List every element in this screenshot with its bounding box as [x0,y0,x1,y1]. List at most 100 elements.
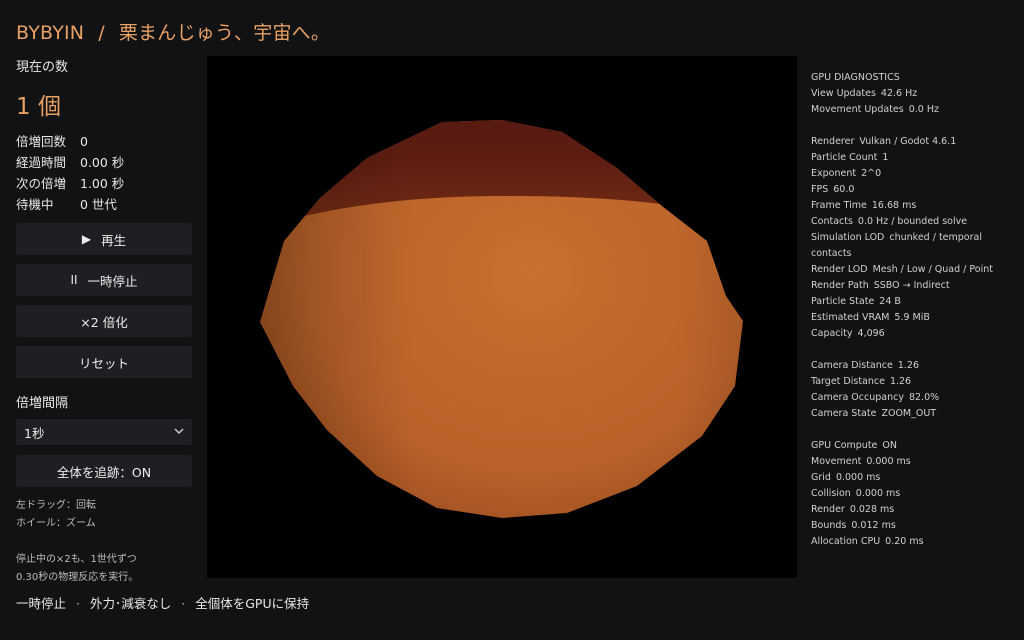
diag-key: Movement [811,456,862,467]
stat-row: 次の倍増 1.00 秒 [16,173,192,194]
diag-row: Bounds 0.012 ms [811,518,1016,534]
current-count-label: 現在の数 [16,60,69,75]
diag-row: Render Path SSBO → Indirect [811,278,1016,294]
diag-row: Exponent 2^0 [811,166,1016,182]
diag-row: Camera Distance 1.26 [811,358,1016,374]
status-bar: 一時停止 · 外力･減衰なし · 全個体をGPUに保持 [16,593,309,612]
diag-key: Renderer [811,136,855,147]
diag-value: 1.26 [889,376,912,387]
diag-key: Estimated VRAM [811,312,890,323]
diag-value: 2^0 [861,168,882,179]
diag-key: Particle State [811,296,875,307]
interval-value: 1秒 [24,425,45,441]
diag-key: GPU Compute [811,440,878,451]
diag-row: Particle Count 1 [811,150,1016,166]
diag-key: Collision [811,488,851,499]
chestnut-bun-render [260,120,743,518]
diag-row: Capacity 4,096 [811,326,1016,342]
diagnostics-title: GPU DIAGNOSTICS [811,72,900,83]
status-separator: · [76,596,80,611]
diag-row: Contacts 0.0 Hz / bounded solve [811,214,1016,230]
diag-value: Mesh / Low / Quad / Point [872,264,993,275]
stat-value: 0.00 秒 [80,155,125,170]
reset-label: リセット [78,355,129,371]
3d-viewport[interactable] [207,56,797,578]
diag-row: Camera Occupancy 82.0% [811,390,1016,406]
diag-value: 16.68 ms [871,200,917,211]
diag-row: Estimated VRAM 5.9 MiB [811,310,1016,326]
diag-value: 0.0 Hz / bounded solve [857,216,968,227]
play-label: 再生 [101,232,127,248]
diag-row: Frame Time 16.68 ms [811,198,1016,214]
diag-key: FPS [811,184,829,195]
diag-key: Target Distance [811,376,885,387]
diag-row: Collision 0.000 ms [811,486,1016,502]
pause-button[interactable]: II 一時停止 [16,264,192,296]
diag-key: Bounds [811,520,847,531]
diag-row: Render LOD Mesh / Low / Quad / Point [811,262,1016,278]
diag-row: Allocation CPU 0.20 ms [811,534,1016,550]
diag-value: 0.20 ms [885,536,924,547]
hint-rotate: 左ドラッグ：回転 [16,500,96,511]
pause-icon: II [70,273,78,287]
stat-value: 1.00 秒 [80,176,125,191]
stat-label: 待機中 [16,197,54,212]
chevron-down-icon [174,427,184,438]
app-name: BYBYIN [16,22,85,44]
status-gpu: 全個体をGPUに保持 [195,596,310,611]
note-line: 0.30秒の物理反応を実行。 [16,572,139,583]
gpu-diagnostics-panel: GPU DIAGNOSTICS View Updates 42.6 Hz Move… [811,70,1016,550]
double-label: ×2 倍化 [80,314,128,330]
stat-value: 0 [80,134,88,149]
stats-list: 倍増回数 0 経過時間 0.00 秒 次の倍増 1.00 秒 待機中 0 世代 [16,131,192,215]
diag-value: 0.000 ms [835,472,881,483]
diag-value: 82.0% [908,392,940,403]
control-panel: 現在の数 1 個 倍増回数 0 経過時間 0.00 秒 次の倍増 1.00 秒 待機中… [16,56,192,587]
diag-value: 4,096 [857,328,885,339]
app-title: BYBYIN / 栗まんじゅう、宇宙へ。 [16,18,330,45]
diag-key: View Updates [811,88,876,99]
diag-value: 0.000 ms [855,488,901,499]
controls-hint: 左ドラッグ：回転 ホイール：ズーム [16,497,192,533]
status-forces: 外力･減衰なし [90,596,172,611]
diag-row: Render 0.028 ms [811,502,1016,518]
hint-zoom: ホイール：ズーム [16,518,96,529]
interval-select[interactable]: 1秒 [16,419,192,445]
diag-value: ZOOM_OUT [881,408,937,419]
diag-row: Target Distance 1.26 [811,374,1016,390]
diag-row: Renderer Vulkan / Godot 4.6.1 [811,134,1016,150]
diag-value: 42.6 Hz [880,88,918,99]
diag-key: Camera Distance [811,360,893,371]
track-all-label: 全体を追跡：ON [56,464,152,480]
diag-key: Camera State [811,408,877,419]
stat-row: 倍増回数 0 [16,131,192,152]
stat-value: 0 世代 [80,197,117,212]
play-icon: ▶ [81,232,92,246]
track-all-toggle[interactable]: 全体を追跡：ON [16,455,192,487]
current-count: 1 個 [16,94,61,120]
play-button[interactable]: ▶ 再生 [16,223,192,255]
diag-row: GPU Compute ON [811,438,1016,454]
pause-note: 停止中の×2も、1世代ずつ 0.30秒の物理反応を実行。 [16,551,192,587]
double-button[interactable]: ×2 倍化 [16,305,192,337]
diag-value: 0.0 Hz [908,104,939,115]
diag-key: Exponent [811,168,857,179]
stat-row: 待機中 0 世代 [16,194,192,215]
note-line: 停止中の×2も、1世代ずつ [16,554,137,565]
title-separator: / [98,22,105,44]
diag-key: Camera Occupancy [811,392,904,403]
diag-value: 60.0 [833,184,855,195]
diag-key: Frame Time [811,200,867,211]
interval-label: 倍増間隔 [16,396,69,411]
stat-label: 次の倍増 [16,176,67,191]
stat-row: 経過時間 0.00 秒 [16,152,192,173]
diag-row: Grid 0.000 ms [811,470,1016,486]
reset-button[interactable]: リセット [16,346,192,378]
stat-label: 倍増回数 [16,134,67,149]
diag-row: Particle State 24 B [811,294,1016,310]
diag-row: View Updates 42.6 Hz [811,86,1016,102]
diag-row: Movement 0.000 ms [811,454,1016,470]
app-subtitle: 栗まんじゅう、宇宙へ。 [118,22,331,44]
